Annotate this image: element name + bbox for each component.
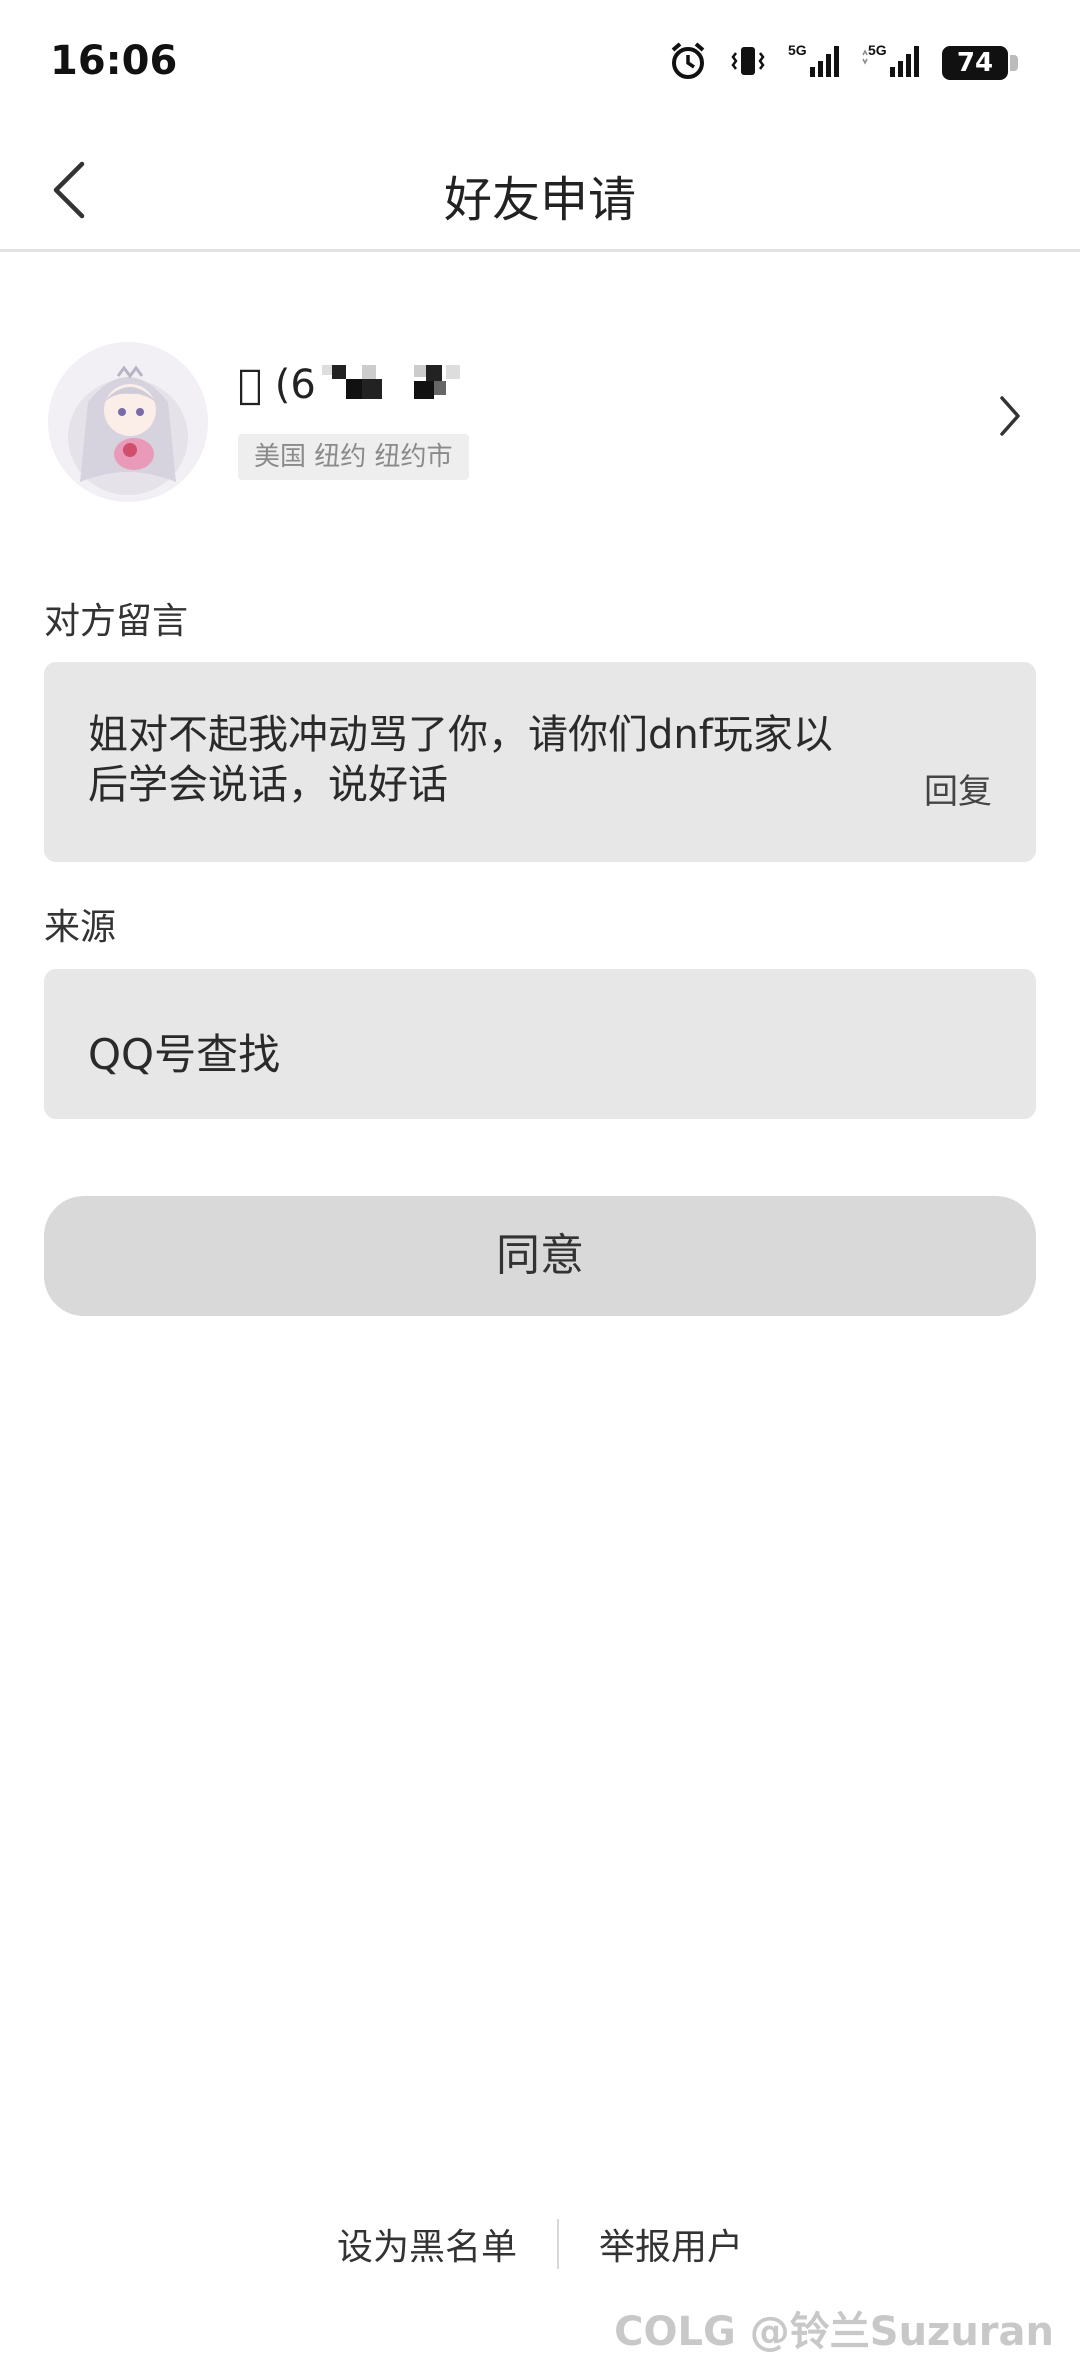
signal1-label: 5G (788, 42, 807, 58)
status-time: 16:06 (50, 38, 178, 84)
message-label: 对方留言 (44, 601, 189, 642)
redacted-mosaic (321, 363, 472, 407)
profile-row[interactable]:   (6 美国 纽约 纽约市 (0, 330, 1080, 502)
blacklist-button[interactable]: 设为黑名单 (297, 2218, 557, 2270)
signal-5g-icon: 5G (788, 41, 842, 85)
chevron-right-icon[interactable] (990, 386, 1030, 446)
message-box: 姐对不起我冲动骂了你，请你们dnf玩家以后学会说话，说好话 回复 (44, 662, 1036, 862)
footer-actions: 设为黑名单 举报用户 (0, 2216, 1080, 2272)
page-title: 好友申请 (443, 172, 636, 228)
alarm-icon (668, 41, 708, 85)
source-box: QQ号查找 (44, 969, 1036, 1119)
message-text: 姐对不起我冲动骂了你，请你们dnf玩家以后学会说话，说好话 (88, 712, 833, 808)
status-icons: 5G 5G 74 (668, 40, 1018, 86)
signal-5g-icon-2: 5G (862, 41, 922, 85)
signal2-label: 5G (868, 42, 887, 58)
battery-icon: 74 (942, 46, 1018, 80)
battery-level: 74 (956, 48, 994, 78)
watermark: COLG @铃兰Suzuran (614, 2309, 1054, 2355)
source-value: QQ号查找 (88, 1030, 281, 1079)
vibrate-icon (728, 41, 768, 85)
status-bar: 16:06 5G 5G 74 (0, 0, 1080, 124)
report-user-button[interactable]: 举报用户 (559, 2218, 783, 2270)
nav-bar: 好友申请 (0, 124, 1080, 252)
nickname:   (6 (238, 362, 316, 408)
agree-button[interactable]: 同意 (44, 1196, 1036, 1316)
location-tag: 美国 纽约 纽约市 (238, 434, 469, 480)
nickname-row:   (6 (238, 360, 472, 410)
source-label: 来源 (44, 907, 117, 948)
avatar[interactable] (48, 342, 208, 502)
reply-button[interactable]: 回复 (924, 764, 992, 813)
